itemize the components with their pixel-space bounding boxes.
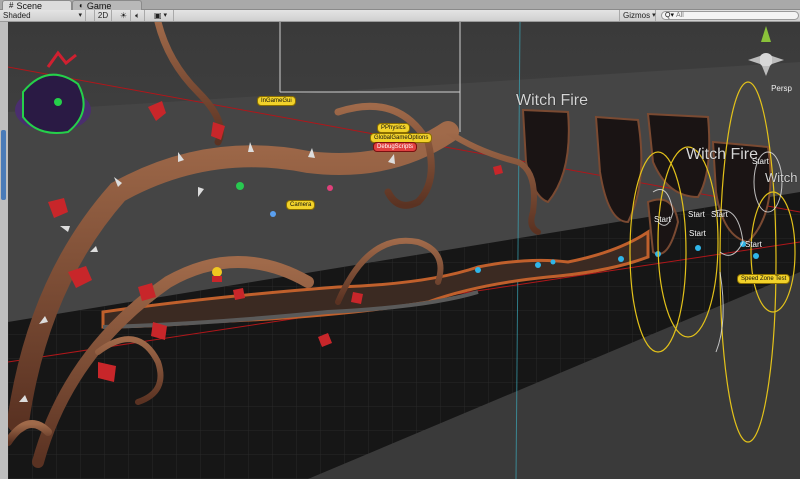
camera-tag[interactable]: Camera (286, 200, 316, 210)
gizmos-dropdown[interactable]: Gizmos ▾ (619, 10, 656, 21)
debugscripts-tag[interactable]: DebugScripts (373, 142, 418, 152)
speed-zone-test-tag[interactable]: Speed Zone Test (737, 274, 791, 284)
pphysics-tag[interactable]: PPhysics (377, 123, 410, 133)
scene-view-render (8, 22, 800, 479)
editor-tab-bar: # Scene ◐ Game (0, 0, 800, 11)
chevron-down-icon: ▾ (78, 12, 82, 19)
scrollbar-thumb[interactable] (1, 130, 6, 200)
start-marker: Start (745, 240, 762, 249)
tab-game[interactable]: ◐ Game (72, 0, 142, 11)
witch-fire-label: Witch Fire (686, 146, 758, 163)
2d-mode-label: 2D (97, 11, 109, 20)
start-marker: Start (689, 229, 706, 238)
player-character (212, 267, 222, 282)
chevron-down-icon: ▾ (652, 12, 656, 19)
scene-search-input[interactable]: Q▾ All (661, 11, 799, 20)
start-marker: Start (711, 210, 728, 219)
2d-mode-toggle[interactable]: 2D (94, 10, 112, 21)
sun-icon: ☀ (119, 11, 128, 20)
witch-fire-label: Witch (765, 170, 798, 185)
start-marker: Start (654, 215, 671, 224)
pink-gizmo (327, 185, 333, 191)
gizmos-label: Gizmos (623, 11, 651, 20)
tab-scene-label: Scene (16, 0, 42, 11)
ingamegui-tag[interactable]: InGameGui (257, 96, 296, 106)
image-icon: ▣ (153, 11, 162, 20)
left-panel-edge (0, 22, 8, 479)
tab-game-label: Game (86, 0, 112, 11)
search-placeholder: All (675, 11, 684, 19)
chevron-down-icon: ▾ (163, 12, 168, 19)
witch-fire-label: Witch Fire (516, 92, 588, 109)
start-marker: Start (752, 157, 769, 166)
green-gizmo (236, 182, 244, 190)
scene-audio-toggle[interactable]: 🔈︎ (131, 10, 145, 21)
scene-toolbar: Shaded ▾ 2D ☀ 🔈︎ ▣ ▾ Gizmos ▾ Q▾ All (0, 10, 800, 22)
game-icon: ◐ (79, 0, 84, 10)
scene-lighting-toggle[interactable]: ☀ (117, 10, 131, 21)
draw-mode-dropdown[interactable]: Shaded ▾ (0, 10, 86, 21)
blue-light-gizmo (270, 211, 276, 217)
tab-scene[interactable]: # Scene (2, 0, 72, 11)
speaker-icon: 🔈︎ (135, 11, 140, 20)
search-icon: Q▾ (665, 11, 674, 19)
start-marker: Start (688, 210, 705, 219)
draw-mode-label: Shaded (3, 11, 31, 20)
scene-viewport[interactable]: Witch Fire Witch Fire Witch Persp InGame… (8, 22, 800, 479)
scene-icon: # (9, 0, 14, 10)
scene-effects-dropdown[interactable]: ▣ ▾ (148, 10, 174, 21)
perspective-label[interactable]: Persp (771, 84, 792, 93)
